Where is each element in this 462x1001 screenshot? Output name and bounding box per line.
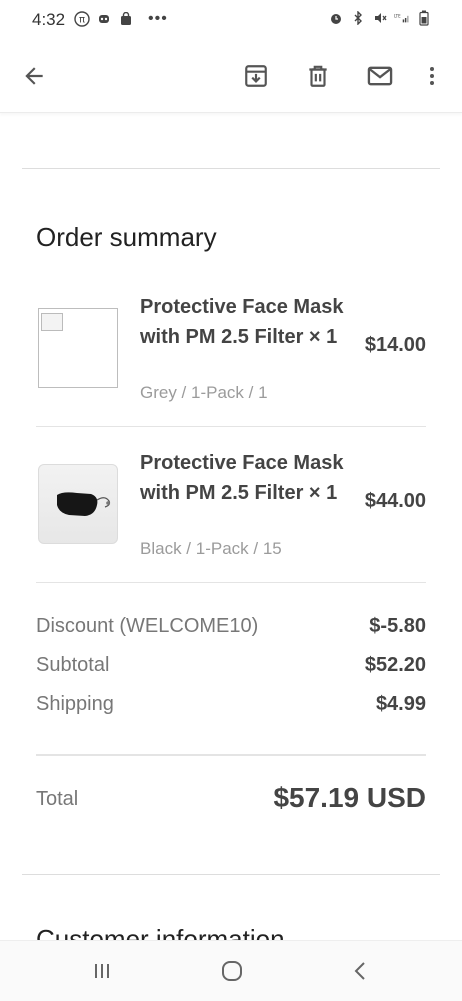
shipping-value: $4.99: [375, 693, 426, 715]
total-label: Total: [36, 788, 79, 810]
subtotal-value: $52.20: [364, 654, 426, 676]
recent-apps-icon: [95, 964, 109, 978]
face-mask-image: [38, 464, 118, 544]
recent-apps-button[interactable]: [82, 955, 122, 987]
broken-image-icon: [38, 308, 118, 388]
item-price: $14.00: [364, 334, 426, 356]
archive-icon: [245, 65, 267, 87]
mute-icon: [372, 10, 388, 26]
item-name: Protective Face Mask with PM 2.5 Filter …: [140, 452, 344, 504]
divider: [36, 426, 426, 427]
back-button[interactable]: [16, 58, 52, 94]
delete-button[interactable]: [300, 58, 336, 94]
home-icon: [222, 961, 242, 981]
email-body: Order summary Protective Face Mask with …: [22, 112, 440, 940]
subtotal-row: Subtotal $52.20: [36, 654, 426, 684]
more-vertical-icon: [430, 67, 434, 85]
status-bar: 4:32 π ••• LTE: [0, 0, 462, 40]
navigation-bar: [0, 940, 462, 1001]
bluetooth-icon: [350, 10, 366, 26]
pi-icon: π: [74, 11, 90, 27]
shipping-row: Shipping $4.99: [36, 693, 426, 723]
item-name: Protective Face Mask with PM 2.5 Filter …: [140, 296, 344, 348]
battery-icon: [416, 10, 432, 26]
status-time: 4:32: [32, 10, 66, 29]
divider: [36, 582, 426, 583]
more-notifications-indicator: •••: [148, 10, 168, 27]
mark-unread-button[interactable]: [362, 58, 398, 94]
delete-icon: [309, 65, 327, 87]
divider: [22, 874, 440, 875]
item-variant: Black / 1-Pack / 15: [140, 539, 282, 558]
subtotal-label: Subtotal: [36, 654, 110, 676]
discount-row: Discount (WELCOME10) $-5.80: [36, 615, 426, 645]
back-icon: [354, 962, 365, 980]
status-icons-right: LTE: [328, 10, 432, 26]
lte-signal-icon: LTE: [394, 10, 410, 26]
total-value: $57.19 USD: [273, 782, 426, 813]
divider: [22, 168, 440, 169]
order-summary-heading: Order summary: [36, 222, 217, 252]
archive-button[interactable]: [238, 58, 274, 94]
customer-information-heading: Customer information: [36, 924, 285, 940]
item-price: $44.00: [364, 490, 426, 512]
divider: [36, 754, 426, 756]
toolbar: [0, 40, 462, 113]
svg-text:LTE: LTE: [394, 13, 401, 18]
discount-value: $-5.80: [369, 615, 426, 637]
mail-icon: [367, 66, 393, 86]
bag-icon: [118, 11, 134, 27]
back-arrow-icon: [25, 67, 43, 85]
discount-label: Discount (WELCOME10): [36, 615, 259, 637]
back-nav-button[interactable]: [340, 955, 380, 987]
status-icons-left: π •••: [74, 10, 168, 28]
alarm-icon: [328, 10, 344, 26]
shipping-label: Shipping: [36, 693, 114, 715]
item-variant: Grey / 1-Pack / 1: [140, 383, 268, 402]
home-button[interactable]: [212, 955, 252, 987]
more-options-button[interactable]: [414, 58, 450, 94]
robot-icon: [96, 11, 112, 27]
svg-text:π: π: [79, 15, 85, 26]
